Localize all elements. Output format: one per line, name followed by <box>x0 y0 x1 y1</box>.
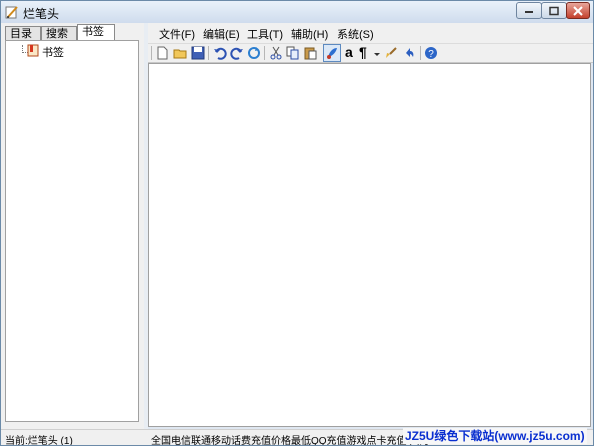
maximize-button[interactable] <box>541 2 567 19</box>
toolbar: a ¶ ? <box>148 43 593 63</box>
copy-icon[interactable] <box>286 46 300 60</box>
svg-text:?: ? <box>428 49 434 60</box>
menu-edit[interactable]: 编辑(E) <box>203 26 240 42</box>
style-icon <box>327 48 337 59</box>
tree-item-bookmarks[interactable]: 书签 <box>42 44 64 60</box>
status-ad-link[interactable]: 全国电信联通移动话费充值价格最低QQ充值游戏点卡充值 只为 <box>151 432 429 445</box>
revert-icon[interactable] <box>401 46 415 60</box>
status-bar: 当前:烂笔头 (1) 全国电信联通移动话费充值价格最低QQ充值游戏点卡充值 只为… <box>1 428 593 446</box>
tab-search[interactable]: 搜索 <box>41 26 77 41</box>
app-pen-icon <box>5 5 19 19</box>
refresh-icon[interactable] <box>247 46 261 60</box>
left-pane: 目录 搜索 书签 书签 <box>1 23 144 429</box>
cut-icon[interactable] <box>269 46 283 60</box>
bookmark-icon <box>27 44 40 60</box>
tab-bookmarks[interactable]: 书签 <box>77 24 115 41</box>
status-current: 当前:烂笔头 (1) <box>5 436 73 446</box>
menu-help-assist[interactable]: 辅助(H) <box>291 26 328 42</box>
save-icon[interactable] <box>191 46 205 60</box>
font-icon[interactable]: a <box>345 44 353 60</box>
window-title: 烂笔头 <box>23 7 60 21</box>
menu-tools[interactable]: 工具(T) <box>247 26 283 42</box>
style-button[interactable] <box>323 44 341 62</box>
close-button[interactable] <box>566 2 590 19</box>
maximize-icon <box>549 6 559 15</box>
new-file-icon[interactable] <box>155 46 169 60</box>
title-bar[interactable]: 烂笔头 <box>1 1 593 23</box>
watermark-label: JZ5U绿色下载站(www.jz5u.com) <box>403 428 587 444</box>
brush-icon[interactable] <box>384 46 398 60</box>
bookmark-tree[interactable]: 书签 <box>5 40 139 422</box>
help-icon[interactable]: ? <box>424 46 438 60</box>
menu-file[interactable]: 文件(F) <box>159 26 195 42</box>
app-window: 烂笔头 目录 搜索 书签 书签 文件(F) 编辑(E) 工具(T) 辅助(H) … <box>0 0 594 446</box>
close-icon <box>573 5 583 16</box>
paste-icon[interactable] <box>303 46 317 60</box>
toolbar-grip <box>151 46 152 60</box>
minimize-button[interactable] <box>516 2 542 19</box>
tab-contents[interactable]: 目录 <box>5 26 41 41</box>
open-folder-icon[interactable] <box>173 46 187 60</box>
menu-system[interactable]: 系统(S) <box>337 26 374 42</box>
editor-area[interactable] <box>148 63 591 427</box>
redo-icon[interactable] <box>230 46 244 60</box>
menu-bar: 文件(F) 编辑(E) 工具(T) 辅助(H) 系统(S) <box>148 23 593 43</box>
paragraph-icon[interactable]: ¶ <box>359 44 367 60</box>
undo-icon[interactable] <box>213 46 227 60</box>
minimize-icon <box>525 10 533 13</box>
